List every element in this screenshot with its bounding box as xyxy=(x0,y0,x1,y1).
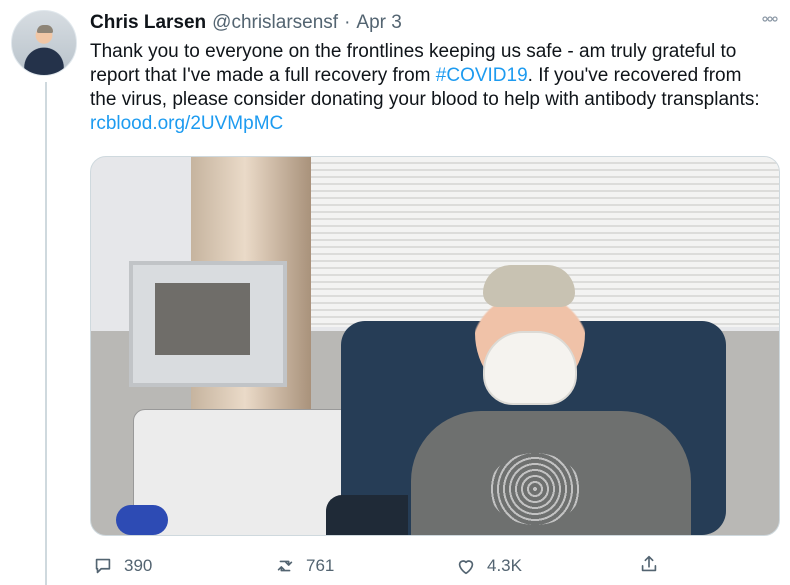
tweet-header: Chris Larsen @chrislarsensf · Apr 3 xyxy=(90,12,402,34)
donation-link[interactable]: rcblood.org/2UVMpMC xyxy=(90,113,283,134)
person-hair xyxy=(483,265,575,307)
tweet-photo[interactable] xyxy=(90,156,780,536)
like-count: 4.3K xyxy=(487,556,522,575)
like-button[interactable]: 4.3K xyxy=(455,555,522,577)
author-name[interactable]: Chris Larsen xyxy=(90,12,206,34)
tweet-date[interactable]: Apr 3 xyxy=(356,12,401,34)
heart-icon xyxy=(455,555,477,577)
avatar[interactable] xyxy=(11,10,77,76)
share-icon xyxy=(638,553,660,575)
tweet-text: Thank you to everyone on the frontlines … xyxy=(90,40,760,136)
retweet-icon xyxy=(274,555,296,577)
retweet-button[interactable]: 761 xyxy=(274,555,334,577)
blood-pressure-cuff xyxy=(326,495,408,535)
share-button[interactable] xyxy=(638,553,660,575)
tweet-actions: 390 761 4.3K xyxy=(90,547,760,577)
blue-glove xyxy=(116,505,168,535)
covid-hashtag-link[interactable]: #COVID19 xyxy=(436,65,528,86)
more-icon[interactable] xyxy=(762,15,778,23)
reply-icon xyxy=(92,555,114,577)
reply-count: 390 xyxy=(124,556,153,575)
monitor-machine xyxy=(129,261,287,387)
face-mask xyxy=(483,331,577,405)
header-separator: · xyxy=(344,12,351,33)
author-handle[interactable]: @chrislarsensf xyxy=(212,12,338,34)
retweet-count: 761 xyxy=(306,556,335,575)
reply-button[interactable]: 390 xyxy=(92,555,152,577)
monitor-screen xyxy=(155,283,250,355)
shirt-graphic xyxy=(489,453,581,525)
thread-line xyxy=(45,82,47,585)
